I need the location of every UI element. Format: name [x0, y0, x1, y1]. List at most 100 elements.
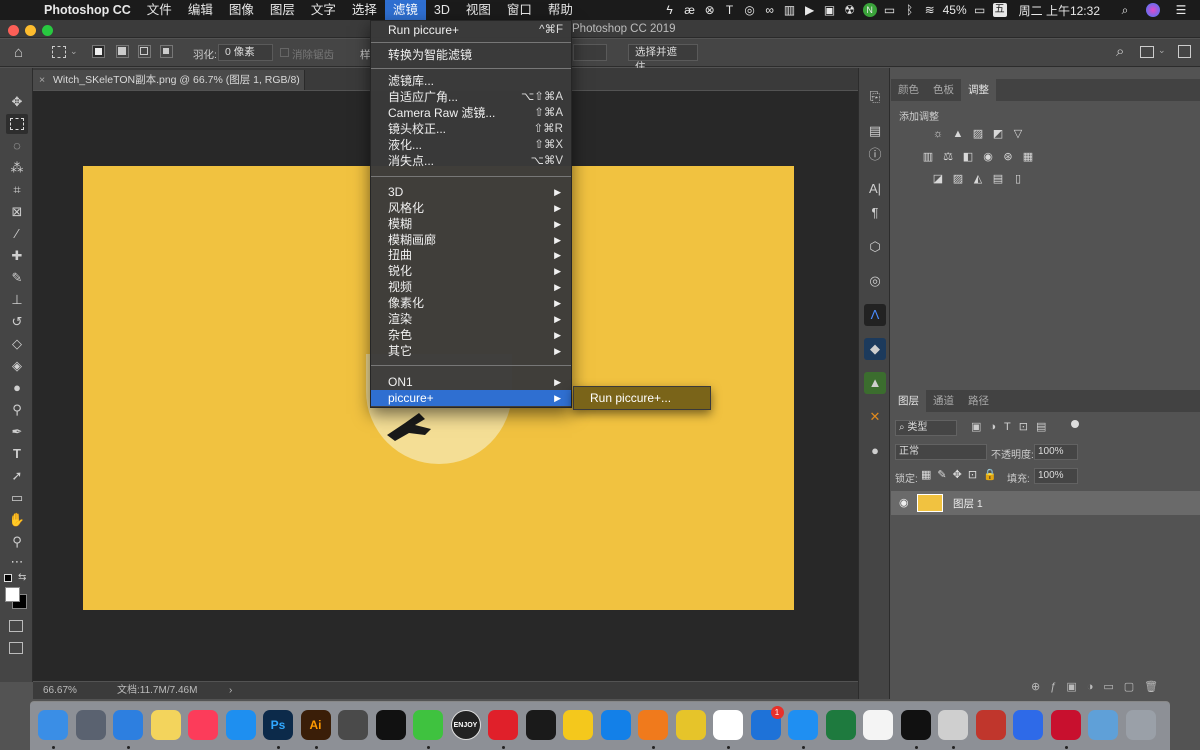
home-icon[interactable]: ⌂ [14, 44, 23, 61]
netease-music-icon[interactable] [488, 710, 518, 740]
exposure-icon[interactable]: ◩ [991, 128, 1005, 140]
menu-filter-item[interactable]: 消失点... ⌥⌘V [371, 153, 571, 169]
photoshop-icon[interactable]: Ps [263, 710, 293, 740]
menu-run-piccure[interactable]: Run piccure+ ^⌘F [371, 22, 571, 38]
tab-color[interactable]: 颜色 [891, 79, 926, 101]
yijiao-icon[interactable] [675, 710, 706, 740]
menu-3d[interactable]: 3D [426, 0, 458, 20]
share-icon[interactable] [1178, 45, 1191, 58]
visibility-eye-icon[interactable]: ◉ [899, 496, 909, 509]
plugin-panel-icon[interactable]: ◎ [864, 270, 886, 292]
selective-color-icon[interactable]: ▯ [1011, 173, 1025, 185]
rectangle-tool-icon[interactable]: ▭ [6, 488, 28, 508]
lightning-icon[interactable]: ϟ [663, 3, 677, 17]
close-window-icon[interactable] [8, 25, 19, 36]
safari-icon[interactable] [113, 710, 143, 740]
istat-icon[interactable]: ▥ [783, 3, 797, 17]
zoom-tool-icon[interactable]: ⚲ [6, 532, 28, 552]
wifi-icon[interactable]: ≋ [923, 3, 937, 17]
menu-convert-smart-filter[interactable]: 转换为智能滤镜 [371, 47, 571, 63]
more-tools-icon[interactable]: ⋯ [6, 552, 28, 572]
menu-submenu-item[interactable]: 渲染 ▶ [371, 311, 571, 327]
menu-filter-item[interactable]: 滤镜库... [371, 73, 571, 89]
comments-panel-icon[interactable]: ● [864, 440, 886, 462]
menu-plugin-item[interactable]: piccure+ ▶ [371, 390, 571, 406]
add-selection-icon[interactable] [116, 45, 129, 58]
hue-saturation-icon[interactable]: ▥ [921, 151, 935, 163]
3d-panel-icon[interactable]: ⬡ [864, 236, 886, 258]
threshold-icon[interactable]: ◭ [971, 173, 985, 185]
layer-row[interactable]: ◉ 图层 1 [891, 491, 1200, 515]
feather-input[interactable]: 0 像素 [218, 44, 273, 61]
curves-icon[interactable]: ▨ [971, 128, 985, 140]
tab-adjustments[interactable]: 调整 [961, 79, 996, 101]
swap-colors-icon[interactable]: ⇆ [18, 572, 26, 583]
close-tab-icon[interactable]: × [39, 70, 45, 90]
hand-tool-icon[interactable]: ✋ [6, 510, 28, 530]
input-method-icon[interactable]: 五 [992, 3, 1007, 17]
layer-name[interactable]: 图层 1 [953, 496, 983, 511]
live-icon[interactable] [563, 710, 593, 740]
fill-input[interactable]: 100% [1034, 468, 1078, 484]
player-icon[interactable] [525, 710, 556, 740]
dodge-tool-icon[interactable]: ⚲ [6, 400, 28, 420]
screen-mode-icon[interactable] [9, 642, 23, 654]
menu-filter-item[interactable]: Camera Raw 滤镜... ⇧⌘A [371, 105, 571, 121]
menu-submenu-item[interactable]: 杂色 ▶ [371, 327, 571, 343]
brightness-contrast-icon[interactable]: ☼ [931, 128, 945, 140]
filter-toggle-icon[interactable] [1071, 420, 1079, 428]
creative-cloud-icon[interactable]: ∞ [763, 3, 777, 17]
menu-help[interactable]: 帮助 [540, 0, 581, 20]
character-panel-icon[interactable]: A| [864, 178, 886, 200]
quick-mask-icon[interactable] [9, 620, 23, 632]
posterize-icon[interactable]: ▨ [951, 173, 965, 185]
crop-tool-icon[interactable]: ⌗ [6, 180, 28, 200]
ae-icon[interactable]: æ [683, 3, 697, 17]
default-colors-icon[interactable] [4, 574, 12, 582]
battery-icon[interactable]: ▭ [973, 3, 987, 17]
tab-layers[interactable]: 图层 [891, 390, 926, 412]
acrobat-icon[interactable] [1050, 710, 1081, 740]
chevron-down-icon[interactable]: ⌄ [70, 46, 78, 57]
enjoy-icon[interactable]: ENJOY [450, 710, 481, 740]
frame-tool-icon[interactable]: ⊠ [6, 202, 28, 222]
paint-bucket-tool-icon[interactable]: ◈ [6, 356, 28, 376]
menu-submenu-item[interactable]: 像素化 ▶ [371, 295, 571, 311]
finder-icon[interactable] [38, 710, 68, 740]
move-tool-icon[interactable]: ✥ [6, 92, 28, 112]
menu-submenu-item[interactable]: 扭曲 ▶ [371, 247, 571, 263]
cube-panel-icon[interactable]: ◆ [864, 338, 886, 360]
workspace-icon[interactable] [1140, 46, 1154, 58]
illustrator-icon[interactable]: Ai [300, 710, 331, 740]
menu-submenu-item[interactable]: 模糊 ▶ [371, 216, 571, 232]
chrome-icon[interactable] [713, 710, 743, 740]
magic-wand-tool-icon[interactable]: ⁂ [6, 158, 28, 178]
healing-brush-tool-icon[interactable]: ✚ [6, 246, 28, 266]
pen-tool-icon[interactable]: ✒ [6, 422, 28, 442]
zoom-window-icon[interactable] [42, 25, 53, 36]
menu-submenu-item[interactable]: 视频 ▶ [371, 279, 571, 295]
new-selection-icon[interactable] [92, 45, 105, 58]
brush-tool-icon[interactable]: ✎ [6, 268, 28, 288]
menu-window[interactable]: 窗口 [499, 0, 540, 20]
type-tool-icon[interactable]: T [6, 444, 28, 464]
sublime-icon[interactable] [638, 710, 668, 740]
airplay-icon[interactable]: ▭ [883, 3, 897, 17]
landscape-panel-icon[interactable]: ▲ [864, 372, 886, 394]
path-selection-tool-icon[interactable]: ➚ [6, 466, 28, 486]
foreground-color-swatch[interactable] [5, 587, 20, 602]
select-and-mask-button[interactable]: 选择并遮住... [628, 44, 698, 73]
typeface-icon[interactable]: T [723, 3, 737, 17]
layer-filter-select[interactable]: ⌕ 类型 [895, 420, 957, 436]
opacity-input[interactable]: 100% [1034, 444, 1078, 460]
height-input[interactable] [573, 44, 607, 61]
screen-record-icon[interactable]: ▶ [803, 3, 817, 17]
tab-channels[interactable]: 通道 [926, 390, 961, 412]
teamviewer-icon[interactable] [600, 710, 631, 740]
x-circle-icon[interactable]: ⊗ [703, 3, 717, 17]
layer-actions[interactable]: ⊕ƒ▣◑▭▢🗑 [1031, 680, 1168, 693]
n-app-icon[interactable]: N [862, 3, 877, 17]
menu-filter[interactable]: 滤镜 [384, 0, 426, 20]
piccure-submenu-item[interactable]: Run piccure+... [573, 386, 711, 410]
clock[interactable]: 周二 上午12:32 [1019, 2, 1100, 19]
